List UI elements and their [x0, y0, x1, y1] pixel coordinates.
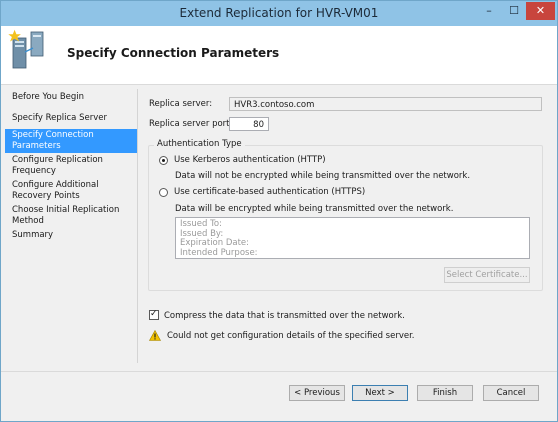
maximize-button[interactable]: ☐ [502, 2, 526, 20]
intended-purpose-label: Intended Purpose: [180, 247, 258, 258]
wizard-window: Extend Replication for HVR-VM01 – ☐ ✕ Sp… [0, 0, 558, 422]
checkmark-icon: ✓ [150, 309, 158, 319]
certificate-label[interactable]: Use certificate-based authentication (HT… [174, 187, 365, 197]
kerberos-note: Data will not be encrypted while being t… [175, 171, 471, 181]
nav-item-specify-replica-server[interactable]: Specify Replica Server [5, 112, 137, 125]
footer-divider [1, 371, 557, 372]
certificate-details-box: Issued To: Issued By: Expiration Date: I… [175, 217, 530, 259]
wizard-nav: Before You Begin Specify Replica Server … [5, 91, 137, 243]
close-button[interactable]: ✕ [526, 2, 555, 20]
window-title: Extend Replication for HVR-VM01 [179, 6, 379, 20]
page-title: Specify Connection Parameters [67, 46, 280, 60]
select-certificate-button[interactable]: Select Certificate... [444, 267, 530, 283]
kerberos-label[interactable]: Use Kerberos authentication (HTTP) [174, 155, 326, 165]
port-label: Replica server port: [149, 119, 233, 129]
cancel-button[interactable]: Cancel [483, 385, 539, 401]
compress-checkbox[interactable]: ✓ [149, 309, 159, 320]
warning-text: Could not get configuration details of t… [167, 331, 415, 341]
authentication-group-title: Authentication Type [154, 139, 245, 149]
replication-wizard-icon [8, 29, 44, 69]
compress-label[interactable]: Compress the data that is transmitted ov… [164, 311, 405, 321]
nav-item-configure-replication-frequency[interactable]: Configure Replication Frequency [5, 154, 137, 178]
minimize-button[interactable]: – [476, 2, 502, 20]
warning-icon [149, 330, 161, 341]
nav-item-choose-initial-replication-method[interactable]: Choose Initial Replication Method [5, 204, 137, 228]
radio-selected-dot [162, 159, 165, 162]
kerberos-radio[interactable] [159, 156, 168, 165]
nav-item-before-you-begin[interactable]: Before You Begin [5, 91, 137, 104]
issued-to-label: Issued To: [180, 219, 222, 229]
nav-divider [137, 89, 138, 363]
port-field[interactable]: 80 [229, 117, 269, 131]
next-button[interactable]: Next > [352, 385, 408, 401]
wizard-header: Specify Connection Parameters [1, 26, 557, 85]
certificate-radio[interactable] [159, 188, 168, 197]
replica-server-field[interactable]: HVR3.contoso.com [229, 97, 542, 111]
replica-server-label: Replica server: [149, 99, 213, 109]
previous-button[interactable]: < Previous [289, 385, 345, 401]
nav-item-summary[interactable]: Summary [5, 229, 137, 242]
nav-item-specify-connection-parameters[interactable]: Specify Connection Parameters [5, 129, 137, 153]
nav-item-configure-additional-recovery-points[interactable]: Configure Additional Recovery Points [5, 179, 137, 203]
finish-button[interactable]: Finish [417, 385, 473, 401]
certificate-note: Data will be encrypted while being trans… [175, 204, 454, 214]
title-bar[interactable]: Extend Replication for HVR-VM01 – ☐ ✕ [1, 1, 557, 26]
